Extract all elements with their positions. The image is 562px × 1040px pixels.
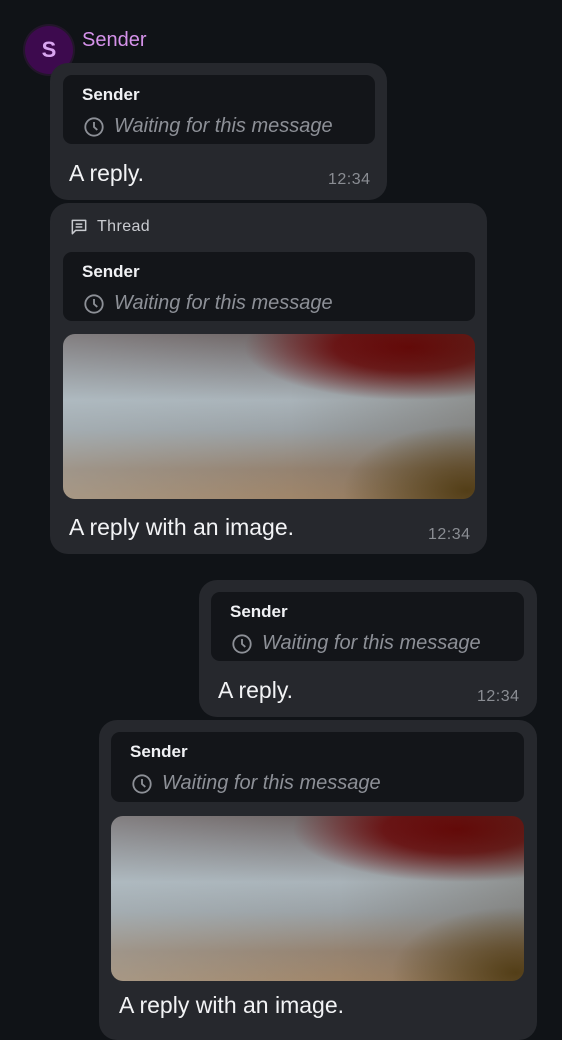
message-time: 12:34 — [428, 526, 471, 543]
reply-status-text: Waiting for this message — [114, 292, 333, 314]
thread-label: Thread — [97, 218, 151, 235]
reply-status: Waiting for this message — [83, 115, 333, 138]
reply-sender: Sender — [82, 262, 140, 281]
message-text: A reply. — [218, 677, 293, 703]
sender-name[interactable]: Sender — [82, 29, 147, 52]
reply-quote[interactable]: Sender Waiting for this message — [111, 732, 524, 802]
message-image[interactable] — [63, 334, 475, 499]
message-image[interactable] — [111, 816, 524, 981]
reply-status-text: Waiting for this message — [114, 115, 333, 137]
avatar-initial: S — [41, 37, 57, 62]
reply-quote[interactable]: Sender Waiting for this message — [63, 252, 475, 321]
message-bubble[interactable]: Thread Sender Waiting for this message A… — [50, 203, 487, 554]
message-bubble[interactable]: Sender Waiting for this message A reply … — [99, 720, 537, 1040]
reply-sender: Sender — [82, 85, 140, 104]
reply-status-text: Waiting for this message — [162, 772, 381, 794]
reply-status: Waiting for this message — [83, 292, 333, 315]
reply-status-text: Waiting for this message — [262, 632, 481, 654]
message-time: 12:34 — [328, 171, 371, 188]
reply-quote[interactable]: Sender Waiting for this message — [63, 75, 375, 144]
message-bubble[interactable]: Sender Waiting for this message A reply.… — [50, 63, 387, 200]
reply-quote[interactable]: Sender Waiting for this message — [211, 592, 524, 661]
clock-icon — [84, 293, 104, 314]
message-text: A reply with an image. — [119, 992, 345, 1018]
message-text: A reply with an image. — [69, 514, 295, 540]
message-time: 12:34 — [477, 688, 520, 705]
thread-indicator[interactable]: Thread — [69, 217, 150, 237]
thread-icon — [71, 219, 87, 235]
reply-status: Waiting for this message — [231, 632, 481, 655]
reply-sender: Sender — [130, 742, 188, 761]
clock-icon — [232, 633, 252, 654]
reply-status: Waiting for this message — [131, 772, 381, 795]
clock-icon — [132, 773, 152, 794]
reply-sender: Sender — [230, 602, 288, 621]
message-bubble[interactable]: Sender Waiting for this message A reply.… — [199, 580, 537, 717]
message-text: A reply. — [69, 160, 144, 186]
clock-icon — [84, 116, 104, 137]
